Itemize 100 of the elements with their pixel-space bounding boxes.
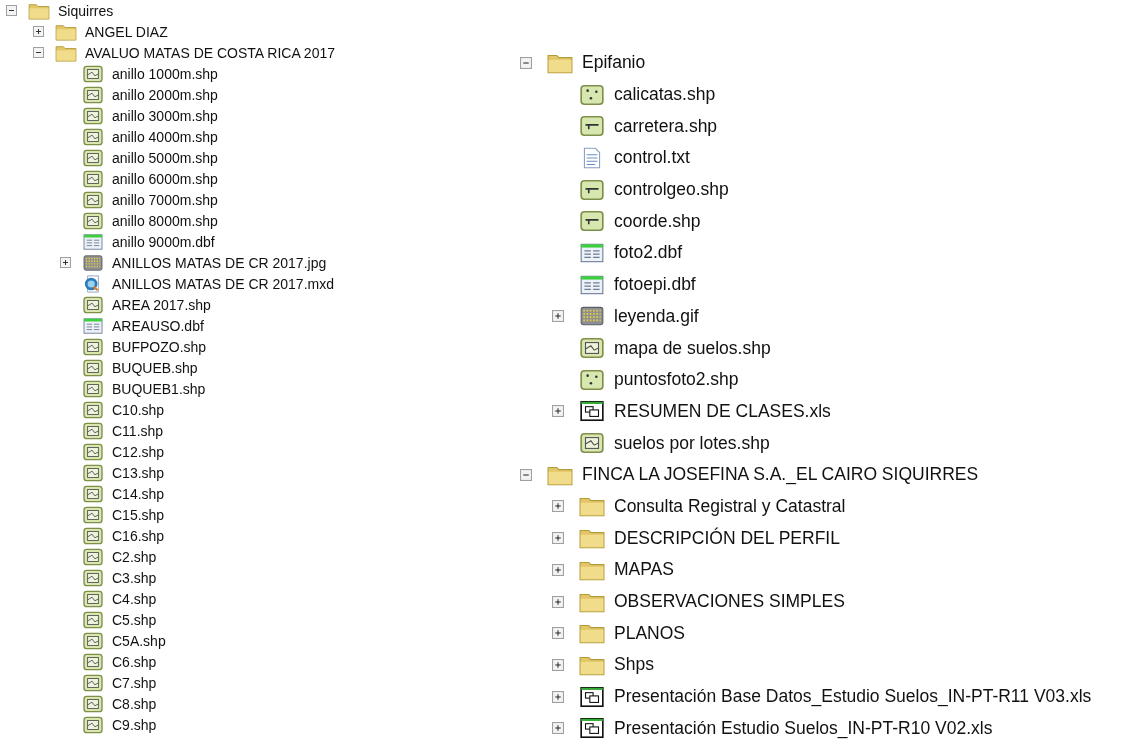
tree-item-label[interactable]: Presentación Base Datos_Estudio Suelos_IN-PT-R11 V03.xls xyxy=(614,686,1092,708)
expand-icon[interactable] xyxy=(552,722,564,735)
polygon-layer-icon xyxy=(82,547,104,566)
tree-item-label[interactable]: PLANOS xyxy=(614,622,685,644)
polygon-layer-icon xyxy=(82,463,104,482)
tree-item-label[interactable]: C14.shp xyxy=(112,485,165,502)
tree-item-label[interactable]: ANILLOS MATAS DE CR 2017.jpg xyxy=(112,254,327,271)
folder-icon xyxy=(579,622,605,645)
table-icon xyxy=(82,316,104,335)
tree-item-label[interactable]: coorde.shp xyxy=(614,210,701,232)
tree-item-label[interactable]: AREAUSO.dbf xyxy=(112,317,204,334)
polygon-layer-icon xyxy=(82,190,104,209)
spreadsheet-icon xyxy=(579,400,605,423)
polygon-layer-icon xyxy=(82,610,104,629)
expand-icon[interactable] xyxy=(552,310,564,323)
tree-item-label[interactable]: anillo 8000m.shp xyxy=(112,212,218,229)
polygon-layer-icon xyxy=(82,85,104,104)
tree-item-label[interactable]: anillo 1000m.shp xyxy=(112,65,218,82)
polygon-layer-icon xyxy=(82,169,104,188)
expand-icon[interactable] xyxy=(552,595,564,608)
folder-icon xyxy=(55,43,77,62)
expand-icon[interactable] xyxy=(552,690,564,703)
tree-item-label[interactable]: FINCA LA JOSEFINA S.A._EL CAIRO SIQUIRRES xyxy=(582,464,979,486)
polygon-layer-icon xyxy=(82,211,104,230)
polygon-layer-icon xyxy=(82,64,104,83)
tree-item-label[interactable]: MAPAS xyxy=(614,559,674,581)
tree-item-label[interactable]: suelos por lotes.shp xyxy=(614,432,770,454)
expand-icon[interactable] xyxy=(552,627,564,640)
tree-item-label[interactable]: control.txt xyxy=(614,147,690,169)
expand-icon[interactable] xyxy=(552,500,564,513)
tree-item-label[interactable]: calicatas.shp xyxy=(614,84,716,106)
tree-item-label[interactable]: anillo 6000m.shp xyxy=(112,170,218,187)
tree-item-label[interactable]: foto2.dbf xyxy=(614,242,683,264)
collapse-icon[interactable] xyxy=(33,47,44,58)
expand-icon[interactable] xyxy=(552,658,564,671)
polygon-layer-icon xyxy=(82,715,104,734)
tree-item-label[interactable]: Consulta Registral y Catastral xyxy=(614,495,846,517)
tree-item-label[interactable]: BUFPOZO.shp xyxy=(112,338,207,355)
tree-item-label[interactable]: anillo 7000m.shp xyxy=(112,191,218,208)
polygon-layer-icon xyxy=(82,631,104,650)
point-layer-icon xyxy=(579,83,605,106)
tree-item-label[interactable]: BUQUEB1.shp xyxy=(112,380,206,397)
tree-item-label[interactable]: C10.shp xyxy=(112,401,165,418)
tree-item-label[interactable]: AREA 2017.shp xyxy=(112,296,211,313)
tree-item-label[interactable]: C4.shp xyxy=(112,590,157,607)
tree-item-label[interactable]: C5A.shp xyxy=(112,632,166,649)
spreadsheet-icon xyxy=(579,717,605,740)
folder-icon xyxy=(579,495,605,518)
grid-image-icon xyxy=(82,253,104,272)
tree-item-label[interactable]: AVALUO MATAS DE COSTA RICA 2017 xyxy=(85,44,335,61)
tree-item-label[interactable]: C11.shp xyxy=(112,422,164,439)
polygon-layer-icon xyxy=(82,568,104,587)
tree-item-label[interactable]: mapa de suelos.shp xyxy=(614,337,771,359)
tree-item-label[interactable]: controlgeo.shp xyxy=(614,179,729,201)
polygon-layer-icon xyxy=(579,337,605,360)
tree-item-label[interactable]: C8.shp xyxy=(112,695,157,712)
tree-item-label[interactable]: Presentación Estudio Suelos_IN-PT-R10 V02.xls xyxy=(614,717,993,739)
tree-item-label[interactable]: anillo 4000m.shp xyxy=(112,128,218,145)
tree-item-label[interactable]: C16.shp xyxy=(112,527,165,544)
folder-icon xyxy=(579,527,605,550)
tree-item-label[interactable]: anillo 2000m.shp xyxy=(112,86,218,103)
expand-icon[interactable] xyxy=(552,563,564,576)
tree-item-label[interactable]: BUQUEB.shp xyxy=(112,359,198,376)
folder-icon xyxy=(55,22,77,41)
tree-item-label[interactable]: C3.shp xyxy=(112,569,157,586)
expand-icon[interactable] xyxy=(552,405,564,418)
tree-item-label[interactable]: C7.shp xyxy=(112,674,157,691)
tree-item-label[interactable]: anillo 5000m.shp xyxy=(112,149,218,166)
polygon-layer-icon xyxy=(82,694,104,713)
tree-item-label[interactable]: C13.shp xyxy=(112,464,165,481)
tree-item-label[interactable]: C2.shp xyxy=(112,548,157,565)
tree-item-label[interactable]: DESCRIPCIÓN DEL PERFIL xyxy=(614,527,840,549)
tree-item-label[interactable]: C6.shp xyxy=(112,653,157,670)
tree-item-label[interactable]: C15.shp xyxy=(112,506,165,523)
tree-item-label[interactable]: Epifanio xyxy=(582,52,646,74)
expand-icon[interactable] xyxy=(33,26,44,37)
polygon-layer-icon xyxy=(82,421,104,440)
expand-icon[interactable] xyxy=(60,257,71,268)
polygon-layer-icon xyxy=(82,295,104,314)
tree-item-label[interactable]: C9.shp xyxy=(112,716,157,733)
line-layer-icon xyxy=(579,210,605,233)
tree-item-label[interactable]: anillo 3000m.shp xyxy=(112,107,218,124)
point-layer-icon xyxy=(579,368,605,391)
tree-item-label[interactable]: Siquirres xyxy=(58,2,114,19)
tree-item-label[interactable]: ANILLOS MATAS DE CR 2017.mxd xyxy=(112,275,334,292)
collapse-icon[interactable] xyxy=(6,5,17,16)
polygon-layer-icon xyxy=(82,337,104,356)
tree-item-label[interactable]: C12.shp xyxy=(112,443,165,460)
expand-icon[interactable] xyxy=(552,532,564,545)
tree-item-label[interactable]: C5.shp xyxy=(112,611,157,628)
tree-item-label[interactable]: OBSERVACIONES SIMPLES xyxy=(614,591,845,613)
tree-item-label[interactable]: anillo 9000m.dbf xyxy=(112,233,215,250)
tree-item-label[interactable]: carretera.shp xyxy=(614,115,718,137)
tree-item-label[interactable]: Shps xyxy=(614,654,654,676)
tree-item-label[interactable]: RESUMEN DE CLASES.xls xyxy=(614,400,831,422)
tree-item-label[interactable]: ANGEL DIAZ xyxy=(85,23,168,40)
tree-item-label[interactable]: puntosfoto2.shp xyxy=(614,369,739,391)
tree-item-label[interactable]: fotoepi.dbf xyxy=(614,274,696,296)
polygon-layer-icon xyxy=(82,652,104,671)
tree-item-label[interactable]: leyenda.gif xyxy=(614,305,699,327)
